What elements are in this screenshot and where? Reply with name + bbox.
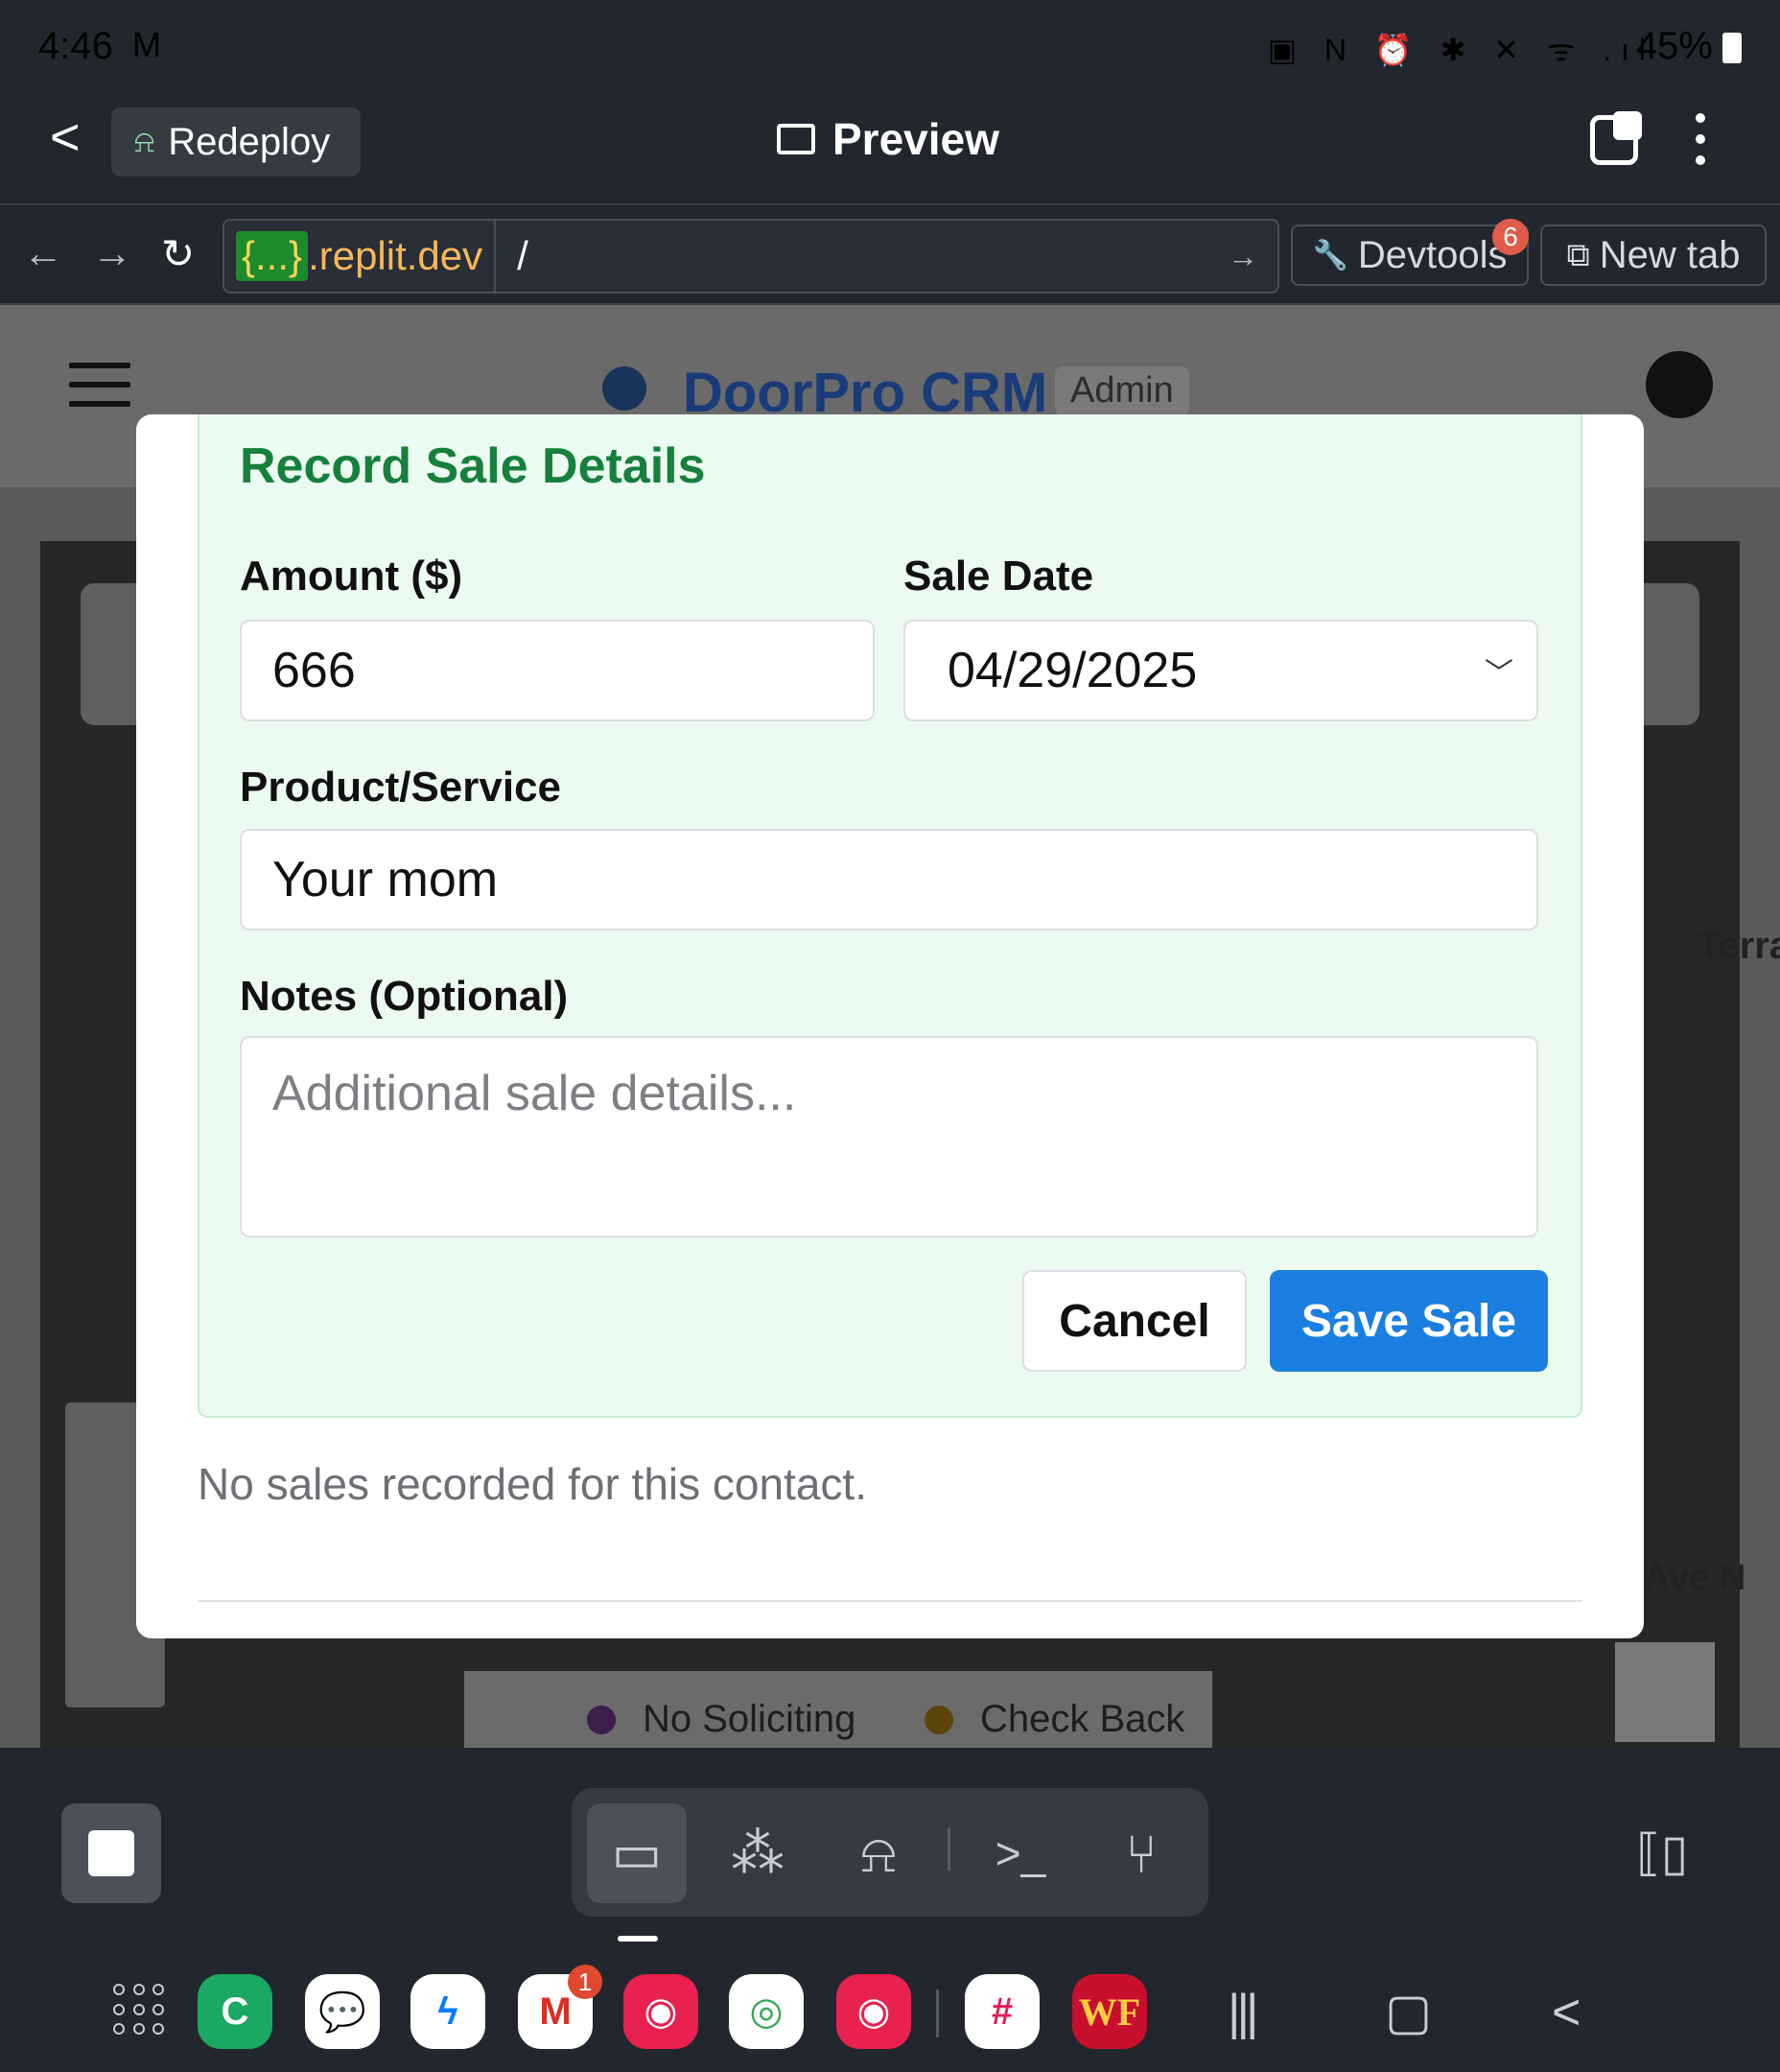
camera-app-icon-2[interactable]: ◉ (836, 1974, 911, 2049)
sale-date-label: Sale Date (903, 553, 1094, 600)
battery-percent: 45% (1635, 25, 1713, 67)
url-field[interactable]: {...} .replit.dev / → (222, 219, 1279, 294)
preview-label: Preview (832, 114, 999, 164)
reload-icon[interactable]: ↻ (161, 230, 195, 277)
external-link-icon: ⧉ (1566, 236, 1590, 273)
git-tool-icon[interactable]: ⑂ (1091, 1803, 1191, 1903)
chrome-app-icon[interactable]: ◎ (729, 1974, 804, 2049)
new-tab-label: New tab (1599, 233, 1741, 276)
map-street-label: Terra (1698, 925, 1780, 967)
preview-tool-icon[interactable]: ▭ (587, 1803, 687, 1903)
monitor-icon (777, 124, 815, 154)
browser-forward-icon[interactable]: → (92, 230, 132, 276)
redeploy-label: Redeploy (168, 120, 331, 163)
tabs-icon[interactable] (1590, 111, 1642, 165)
admin-badge: Admin (1055, 366, 1189, 415)
devtools-badge: 6 (1492, 219, 1529, 255)
url-host: {...} .replit.dev (224, 221, 497, 292)
messenger-app-icon[interactable]: ϟ (410, 1974, 485, 2049)
home-icon[interactable]: ▢ (1385, 1984, 1432, 2041)
shell-tool-icon[interactable]: >_ (971, 1803, 1070, 1903)
map-street-label-2: Ave N (1644, 1558, 1746, 1598)
crm-logo-icon (602, 366, 646, 411)
wells-fargo-app-icon[interactable]: WF (1072, 1974, 1147, 2049)
deploy-icon: ⍾ (134, 124, 155, 158)
recents-icon[interactable]: ||| (1228, 1984, 1258, 2041)
product-label: Product/Service (240, 764, 562, 811)
nav-back-icon[interactable]: < (1552, 1984, 1581, 2041)
url-host-tag: {...} (236, 231, 309, 281)
sale-date-input[interactable]: 04/29/2025 ﹀ (903, 620, 1538, 721)
divider (948, 1828, 950, 1871)
go-arrow-icon[interactable]: → (1228, 239, 1277, 274)
wrench-icon: 🔧 (1312, 239, 1348, 271)
redeploy-button[interactable]: ⍾ Redeploy (111, 107, 361, 177)
url-path[interactable]: / (496, 233, 1228, 279)
browser-back-icon[interactable]: ← (23, 230, 63, 276)
back-icon[interactable]: < (50, 107, 81, 167)
new-tab-button[interactable]: ⧉ New tab (1540, 224, 1767, 286)
record-sale-form: Record Sale Details Amount ($) 666 Sale … (198, 414, 1582, 1418)
sale-modal: Record Sale Details Amount ($) 666 Sale … (136, 414, 1644, 1638)
gmail-notification-icon: M (132, 25, 161, 64)
legend-dot-icon (925, 1705, 953, 1734)
stop-button[interactable] (61, 1803, 161, 1903)
notes-label: Notes (Optional) (240, 973, 569, 1020)
more-options-icon[interactable] (1694, 113, 1707, 167)
save-sale-button[interactable]: Save Sale (1270, 1270, 1548, 1372)
url-host-domain: .replit.dev (308, 233, 483, 278)
legend-item-no-soliciting: No Soliciting (587, 1698, 855, 1741)
divider (198, 1600, 1582, 1602)
form-title: Record Sale Details (240, 438, 706, 494)
menu-icon[interactable] (69, 363, 130, 409)
sale-date-value: 04/29/2025 (948, 643, 1198, 698)
devtools-label: Devtools (1357, 233, 1508, 276)
status-icons: ▣ N ⏰ ✱ ✕ ᯤ .ıl (1267, 33, 1655, 67)
battery-icon (1722, 33, 1742, 63)
camera-app-icon[interactable]: ◉ (623, 1974, 698, 2049)
preview-title[interactable]: Preview (777, 113, 999, 165)
amount-input[interactable]: 666 (240, 620, 875, 721)
legend-dot-icon (587, 1705, 616, 1734)
empty-sales-message: No sales recorded for this contact. (198, 1459, 867, 1509)
cancel-button[interactable]: Cancel (1022, 1270, 1247, 1372)
messages-app-icon[interactable]: 💬 (305, 1974, 380, 2049)
legend-label: No Soliciting (643, 1698, 856, 1740)
chevron-down-icon[interactable]: ﹀ (1485, 649, 1513, 692)
status-time: 4:46 (38, 25, 113, 67)
user-avatar-icon[interactable] (1646, 351, 1713, 418)
phone-app-icon[interactable]: C (198, 1974, 272, 2049)
deploy-tool-icon[interactable]: ⍾ (829, 1803, 928, 1903)
gesture-handle[interactable] (618, 1936, 658, 1942)
notes-textarea[interactable]: Additional sale details... (240, 1036, 1538, 1237)
divider (936, 1990, 939, 2037)
workspace-tool-icon[interactable]: ⁂ (708, 1803, 808, 1903)
side-panel-icon[interactable]: ⟦▯ (1636, 1825, 1688, 1882)
app-drawer-icon[interactable] (113, 1984, 167, 2037)
pegman-icon[interactable] (1615, 1642, 1715, 1742)
gmail-badge: 1 (568, 1965, 602, 1999)
amount-label: Amount ($) (240, 553, 463, 600)
product-input[interactable]: Your mom (240, 829, 1538, 930)
slack-app-icon[interactable]: # (965, 1974, 1040, 2049)
legend-item-check-back: Check Back (925, 1698, 1184, 1741)
legend-label: Check Back (980, 1698, 1185, 1740)
